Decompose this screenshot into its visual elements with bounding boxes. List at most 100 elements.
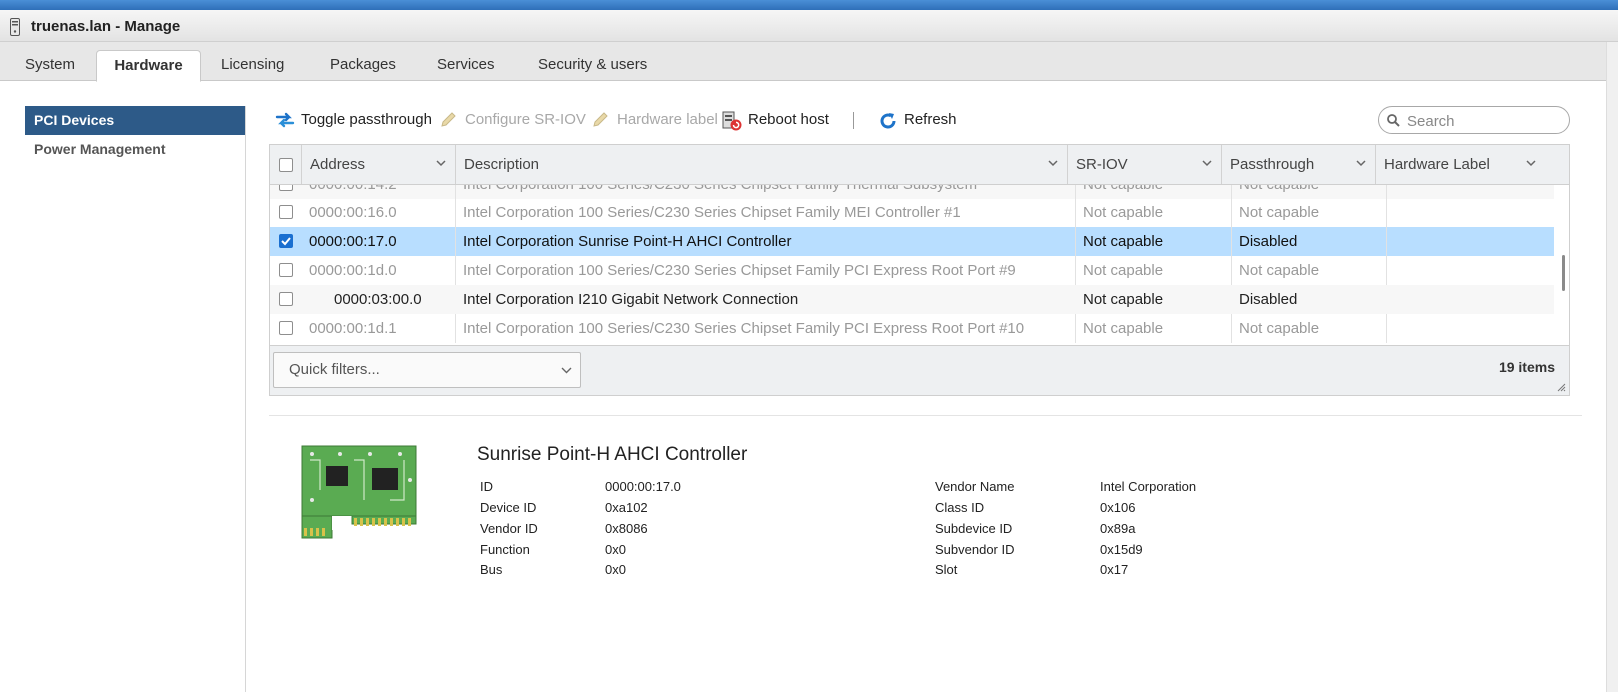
detail-key: Class ID bbox=[935, 500, 985, 515]
grid-header: Address Description SR-IOV Passthrough H… bbox=[270, 145, 1569, 185]
column-header-address[interactable]: Address bbox=[301, 145, 455, 184]
page-scrollbar[interactable] bbox=[1606, 42, 1618, 692]
tab-licensing[interactable]: Licensing bbox=[203, 50, 302, 81]
refresh-icon bbox=[880, 113, 896, 129]
sriov-cell: Not capable bbox=[1083, 233, 1164, 250]
passthrough-cell: Not capable bbox=[1239, 262, 1320, 279]
chevron-down-icon[interactable] bbox=[436, 160, 446, 167]
sidebar-item-power-management[interactable]: Power Management bbox=[25, 135, 245, 164]
tab-services[interactable]: Services bbox=[419, 50, 513, 81]
chevron-down-icon[interactable] bbox=[1526, 160, 1536, 167]
table-row[interactable]: 0000:00:1d.1 Intel Corporation 100 Serie… bbox=[270, 314, 1554, 343]
row-checkbox[interactable] bbox=[279, 185, 293, 191]
window-header: truenas.lan - Manage bbox=[0, 10, 1618, 42]
address-cell: 0000:00:16.0 bbox=[309, 204, 397, 221]
address-cell: 0000:00:1d.0 bbox=[309, 262, 397, 279]
chevron-down-icon[interactable] bbox=[1202, 160, 1212, 167]
chevron-down-icon[interactable] bbox=[1356, 160, 1366, 167]
column-header-passthrough[interactable]: Passthrough bbox=[1221, 145, 1375, 184]
detail-key: Vendor Name bbox=[935, 479, 1015, 494]
detail-value: 0x89a bbox=[1100, 521, 1136, 536]
address-cell: 0000:00:17.0 bbox=[309, 233, 397, 250]
row-checkbox[interactable] bbox=[279, 205, 293, 219]
detail-key: Device ID bbox=[480, 500, 537, 515]
description-cell: Intel Corporation I210 Gigabit Network C… bbox=[463, 291, 799, 308]
grid-footer: Quick filters... 19 items bbox=[270, 345, 1569, 395]
address-cell: 0000:03:00.0 bbox=[334, 291, 422, 308]
search-icon bbox=[1387, 114, 1400, 127]
detail-value: 0xa102 bbox=[605, 500, 648, 515]
address-cell: 0000:00:1d.1 bbox=[309, 320, 397, 337]
column-header-sriov[interactable]: SR-IOV bbox=[1067, 145, 1221, 184]
passthrough-cell: Disabled bbox=[1239, 291, 1298, 308]
address-cell: 0000:00:14.2 bbox=[309, 185, 459, 199]
column-header-description[interactable]: Description bbox=[455, 145, 1067, 184]
pci-card-icon bbox=[301, 445, 417, 539]
description-cell: Intel Corporation Sunrise Point-H AHCI C… bbox=[463, 233, 792, 250]
device-details: Sunrise Point-H AHCI Controller ID 0000:… bbox=[290, 440, 1580, 590]
pencil-icon bbox=[593, 112, 608, 127]
top-accent-bar bbox=[0, 0, 1618, 10]
toolbar-separator bbox=[853, 112, 854, 129]
grid-scrollbar-thumb[interactable] bbox=[1562, 255, 1565, 291]
passthrough-cell: Not capable bbox=[1239, 185, 1379, 199]
detail-value: 0x17 bbox=[1100, 562, 1129, 577]
reboot-host-icon bbox=[722, 111, 742, 131]
hardware-label-cell bbox=[1394, 185, 1534, 199]
table-row[interactable]: 0000:03:00.0 Intel Corporation I210 Giga… bbox=[270, 285, 1554, 314]
device-title: Sunrise Point-H AHCI Controller bbox=[477, 444, 748, 465]
section-divider bbox=[269, 415, 1582, 416]
detail-value: Intel Corporation bbox=[1100, 479, 1197, 494]
detail-value: 0x106 bbox=[1100, 500, 1136, 515]
tab-security-users[interactable]: Security & users bbox=[520, 50, 665, 81]
toggle-passthrough-icon bbox=[275, 112, 295, 128]
detail-key: Vendor ID bbox=[480, 521, 538, 536]
quick-filters-select[interactable]: Quick filters... bbox=[273, 352, 581, 388]
table-row[interactable]: 0000:00:1d.0 Intel Corporation 100 Serie… bbox=[270, 256, 1554, 285]
hardware-label-cell bbox=[1394, 227, 1534, 256]
hardware-label-cell bbox=[1394, 285, 1534, 314]
row-checkbox[interactable] bbox=[279, 321, 293, 335]
table-row-selected[interactable]: 0000:00:17.0 Intel Corporation Sunrise P… bbox=[270, 227, 1554, 256]
description-cell: Intel Corporation 100 Series/C230 Series… bbox=[463, 204, 961, 221]
sidebar-item-pci-devices[interactable]: PCI Devices bbox=[25, 106, 245, 135]
row-checkbox[interactable] bbox=[279, 292, 293, 306]
detail-key: Bus bbox=[480, 562, 503, 577]
detail-key: Function bbox=[480, 542, 530, 557]
detail-value: 0000:00:17.0 bbox=[605, 479, 681, 494]
row-checkbox[interactable] bbox=[279, 263, 293, 277]
resize-handle-icon[interactable] bbox=[1557, 383, 1566, 392]
table-row[interactable]: 0000:00:14.2 Intel Corporation 100 Serie… bbox=[270, 185, 1554, 199]
search-box bbox=[1378, 106, 1570, 134]
item-count: 19 items bbox=[1498, 359, 1555, 375]
detail-key: Subdevice ID bbox=[935, 521, 1013, 536]
detail-value: 0x0 bbox=[605, 562, 626, 577]
detail-value: 0x15d9 bbox=[1100, 542, 1143, 557]
table-row[interactable]: 0000:00:16.0 Intel Corporation 100 Serie… bbox=[270, 198, 1554, 227]
chevron-down-icon bbox=[561, 367, 572, 374]
window-title: truenas.lan - Manage bbox=[31, 18, 181, 35]
pci-devices-grid: Address Description SR-IOV Passthrough H… bbox=[269, 144, 1570, 396]
chevron-down-icon[interactable] bbox=[1048, 160, 1058, 167]
column-header-hardware-label[interactable]: Hardware Label bbox=[1375, 145, 1545, 184]
description-cell: Intel Corporation 100 Series/C230 Series… bbox=[463, 320, 1025, 337]
detail-value: 0x0 bbox=[605, 542, 626, 557]
sriov-cell: Not capable bbox=[1083, 262, 1164, 279]
sriov-cell: Not capable bbox=[1083, 291, 1164, 308]
select-all-checkbox[interactable] bbox=[279, 158, 293, 172]
search-input[interactable] bbox=[1405, 111, 1559, 131]
tab-system[interactable]: System bbox=[7, 50, 93, 81]
detail-key: Subvendor ID bbox=[935, 542, 1015, 557]
description-cell: Intel Corporation 100 Series/C230 Series… bbox=[463, 262, 1016, 279]
detail-value: 0x8086 bbox=[605, 521, 648, 536]
hardware-label-cell bbox=[1394, 256, 1534, 285]
sidebar: PCI Devices Power Management bbox=[25, 106, 246, 692]
host-icon bbox=[10, 18, 20, 36]
row-checkbox[interactable] bbox=[279, 234, 293, 248]
sriov-cell: Not capable bbox=[1083, 185, 1223, 199]
toolbar: Toggle passthrough Configure SR-IOV Hard… bbox=[271, 106, 1581, 134]
hardware-label-cell bbox=[1394, 314, 1534, 343]
tab-hardware[interactable]: Hardware bbox=[96, 50, 201, 82]
passthrough-cell: Not capable bbox=[1239, 204, 1320, 221]
tab-packages[interactable]: Packages bbox=[312, 50, 414, 81]
